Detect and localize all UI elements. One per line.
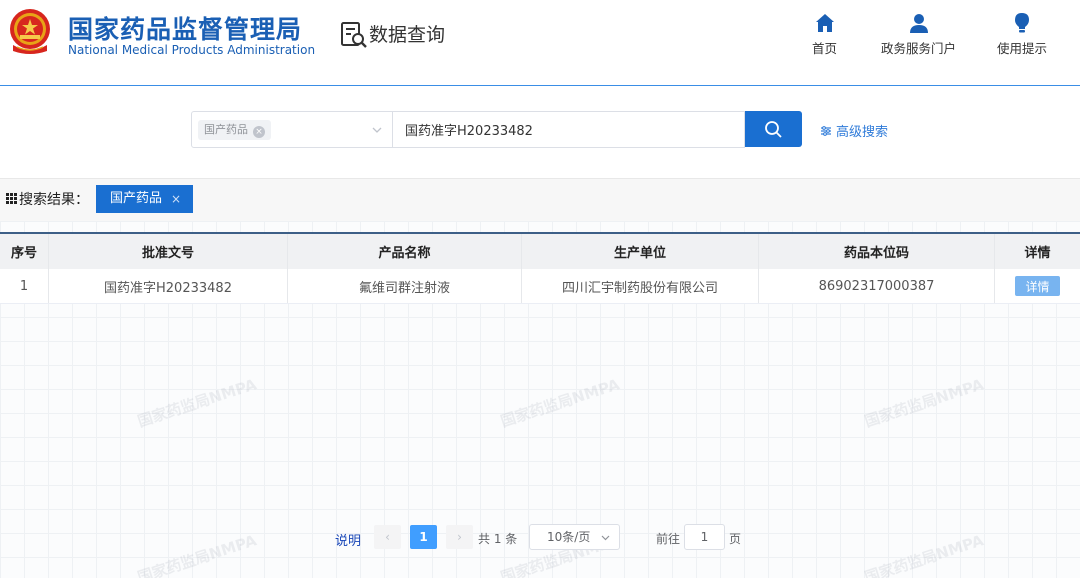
- table-row: 1 国药准字H20233482 氟维司群注射液 四川汇宇制药股份有限公司 869…: [0, 269, 1080, 304]
- nav-usage-tips[interactable]: 使用提示: [997, 12, 1047, 57]
- detail-button[interactable]: 详情: [1015, 276, 1060, 296]
- cell-detail: 详情: [995, 269, 1080, 303]
- cell-manufacturer: 四川汇宇制药股份有限公司: [522, 269, 759, 303]
- nav-service-portal[interactable]: 政务服务门户: [881, 12, 956, 57]
- org-name-cn: 国家药品监督管理局: [68, 15, 303, 44]
- goto-label: 前往: [656, 532, 681, 546]
- cell-approval-number: 国药准字H20233482: [49, 269, 288, 303]
- cell-product-name: 氟维司群注射液: [288, 269, 522, 303]
- table-header-row: 序号 批准文号 产品名称 生产单位 药品本位码 详情: [0, 234, 1080, 269]
- lightbulb-icon: [1015, 13, 1029, 33]
- results-table: 序号 批准文号 产品名称 生产单位 药品本位码 详情 1 国药准字H202334…: [0, 232, 1080, 304]
- cell-index: 1: [0, 269, 49, 303]
- column-header: 产品名称: [288, 234, 522, 269]
- chevron-down-icon: [601, 535, 610, 541]
- column-header: 序号: [0, 234, 49, 269]
- search-icon: [765, 121, 782, 138]
- grid-icon: [6, 193, 17, 204]
- advanced-search-link[interactable]: 高级搜索: [820, 121, 888, 140]
- active-filter-chip[interactable]: 国产药品 ×: [96, 185, 193, 213]
- category-select[interactable]: 国产药品 ×: [191, 111, 393, 148]
- chevron-down-icon: [372, 127, 382, 133]
- filter-sliders-icon: [821, 126, 831, 136]
- tag-remove-icon[interactable]: ×: [253, 126, 265, 138]
- active-filter-label: 国产药品: [110, 191, 163, 206]
- search-button[interactable]: [745, 111, 802, 147]
- goto-page-input[interactable]: [684, 524, 725, 550]
- site-header: 国家药品监督管理局 National Medical Products Admi…: [0, 0, 1080, 86]
- goto-unit-label: 页: [729, 532, 742, 546]
- explain-link[interactable]: 说明: [335, 530, 361, 549]
- results-label: 搜索结果：: [19, 192, 89, 208]
- advanced-search-label: 高级搜索: [836, 125, 889, 140]
- column-header: 药品本位码: [759, 234, 995, 269]
- column-header: 详情: [1024, 246, 1051, 261]
- page-number-current[interactable]: 1: [410, 525, 437, 549]
- prev-page-button[interactable]: ‹: [374, 525, 401, 549]
- page-root: 国家药品监督管理局 National Medical Products Admi…: [0, 0, 1080, 578]
- data-query-icon: [341, 22, 367, 48]
- next-page-button[interactable]: ›: [446, 525, 473, 549]
- page-size-select[interactable]: 10条/页: [529, 524, 620, 550]
- column-header: 批准文号: [49, 234, 288, 269]
- org-name-en: National Medical Products Administration: [68, 43, 316, 57]
- nav-home-label: 首页: [812, 41, 838, 56]
- category-tag-label: 国产药品: [204, 123, 248, 136]
- category-tag: 国产药品 ×: [198, 120, 271, 140]
- results-bar: 搜索结果： 国产药品 ×: [0, 178, 1080, 221]
- nav-home[interactable]: 首页: [812, 12, 837, 57]
- national-emblem-icon: [10, 9, 50, 54]
- cell-drug-code: 86902317000387: [759, 269, 995, 303]
- nav-usage-tips-label: 使用提示: [997, 41, 1048, 56]
- page-size-label: 10条/页: [547, 530, 591, 544]
- nav-service-portal-label: 政务服务门户: [881, 41, 957, 56]
- column-header: 生产单位: [522, 234, 759, 269]
- total-count: 共 1 条: [478, 532, 518, 546]
- home-icon: [815, 14, 834, 32]
- section-title: 数据查询: [369, 24, 446, 46]
- search-input[interactable]: [393, 111, 745, 148]
- close-icon[interactable]: ×: [171, 185, 181, 213]
- user-icon: [909, 14, 928, 33]
